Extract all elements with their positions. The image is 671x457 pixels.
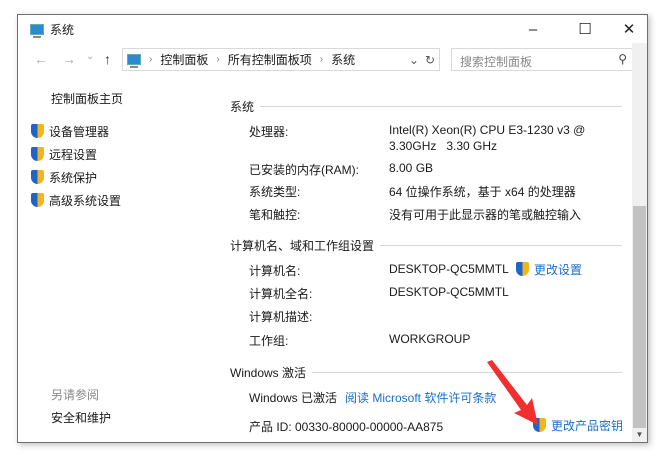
- processor-value: Intel(R) Xeon(R) CPU E3-1230 v3 @: [389, 123, 586, 137]
- window-title: 系统: [50, 23, 75, 37]
- activation-section-heading: Windows 激活: [230, 364, 622, 381]
- sidebar-item-remote-settings[interactable]: 远程设置: [31, 146, 97, 163]
- maximize-button[interactable]: ☐: [562, 15, 608, 43]
- scrollbar-thumb[interactable]: [633, 206, 646, 428]
- workgroup-label: 工作组:: [249, 334, 289, 348]
- change-product-key-link[interactable]: 更改产品密钥: [533, 417, 623, 434]
- close-button[interactable]: ✕: [606, 15, 652, 43]
- computer-icon: [127, 54, 141, 68]
- ram-label: 已安装的内存(RAM):: [249, 163, 359, 177]
- system-section-heading: 系统: [230, 98, 622, 115]
- system-window: 系统 – ☐ ✕ ← → ⌄ ↑ › 控制面板 › 所有控制面板项 › 系统 ⌄…: [17, 14, 648, 443]
- up-button[interactable]: ↑: [104, 51, 111, 67]
- sidebar-item-device-manager[interactable]: 设备管理器: [31, 123, 109, 140]
- sidebar-item-label: 设备管理器: [49, 125, 110, 139]
- title-bar: 系统: [30, 21, 74, 38]
- address-bar[interactable]: › 控制面板 › 所有控制面板项 › 系统 ⌄ ↻: [122, 48, 440, 71]
- computer-description-label: 计算机描述:: [249, 310, 313, 324]
- forward-button[interactable]: →: [62, 51, 76, 67]
- shield-icon: [31, 147, 44, 161]
- recent-locations-button[interactable]: ⌄: [86, 51, 94, 62]
- pen-touch-value: 没有可用于此显示器的笔或触控输入: [389, 208, 582, 222]
- scroll-down-arrow-icon[interactable]: ▼: [632, 430, 647, 442]
- system-type-label: 系统类型:: [249, 185, 301, 199]
- search-placeholder: 搜索控制面板: [460, 55, 533, 69]
- search-icon: ⚲: [618, 52, 627, 66]
- activation-status: Windows 已激活: [249, 391, 338, 405]
- shield-icon: [31, 193, 44, 207]
- change-settings-link[interactable]: 更改设置: [516, 261, 582, 278]
- shield-icon: [516, 262, 529, 276]
- computer-name-section-heading: 计算机名、域和工作组设置: [230, 237, 622, 254]
- security-maintenance-link[interactable]: 安全和维护: [51, 409, 111, 426]
- shield-icon: [31, 124, 44, 138]
- breadcrumb-all-items[interactable]: 所有控制面板项: [228, 51, 312, 68]
- minimize-button[interactable]: –: [510, 15, 556, 43]
- control-panel-home-link[interactable]: 控制面板主页: [51, 90, 123, 107]
- breadcrumb-system[interactable]: 系统: [331, 51, 355, 68]
- system-type-value: 64 位操作系统，基于 x64 的处理器: [389, 185, 576, 199]
- license-terms-link[interactable]: 阅读 Microsoft 软件许可条款: [345, 389, 496, 406]
- refresh-icon[interactable]: ↻: [425, 53, 435, 67]
- product-id: 产品 ID: 00330-80000-00000-AA875: [249, 420, 444, 434]
- sidebar-item-label: 系统保护: [49, 171, 98, 185]
- shield-icon: [31, 170, 44, 184]
- sidebar-item-system-protection[interactable]: 系统保护: [31, 169, 97, 186]
- workgroup-value: WORKGROUP: [389, 332, 471, 346]
- chevron-right-icon: ›: [319, 54, 324, 65]
- sidebar-item-label: 远程设置: [49, 148, 98, 162]
- sidebar-item-label: 高级系统设置: [49, 194, 122, 208]
- navigation-bar: ← → ⌄ ↑ › 控制面板 › 所有控制面板项 › 系统 ⌄ ↻ 搜索控制面板…: [18, 48, 647, 72]
- chevron-right-icon: ›: [216, 54, 220, 65]
- computer-name-value: DESKTOP-QC5MMTL: [389, 262, 509, 276]
- vertical-scrollbar[interactable]: ▼: [632, 43, 647, 442]
- search-input[interactable]: 搜索控制面板 ⚲: [451, 48, 636, 71]
- pen-touch-label: 笔和触控:: [249, 208, 301, 222]
- see-also-heading: 另请参阅: [51, 388, 100, 402]
- back-button[interactable]: ←: [34, 51, 48, 67]
- ram-value: 8.00 GB: [389, 161, 434, 175]
- full-computer-name-value: DESKTOP-QC5MMTL: [389, 285, 509, 299]
- processor-label: 处理器:: [249, 125, 289, 139]
- chevron-right-icon: ›: [149, 54, 153, 65]
- full-computer-name-label: 计算机全名:: [249, 287, 313, 301]
- shield-icon: [533, 418, 546, 432]
- address-dropdown-icon[interactable]: ⌄: [409, 53, 419, 67]
- computer-icon: [30, 24, 44, 38]
- breadcrumb-control-panel[interactable]: 控制面板: [160, 51, 208, 68]
- computer-name-label: 计算机名:: [249, 264, 301, 278]
- processor-speed-value: 3.30GHz 3.30 GHz: [389, 139, 498, 153]
- sidebar-item-advanced-settings[interactable]: 高级系统设置: [31, 192, 121, 209]
